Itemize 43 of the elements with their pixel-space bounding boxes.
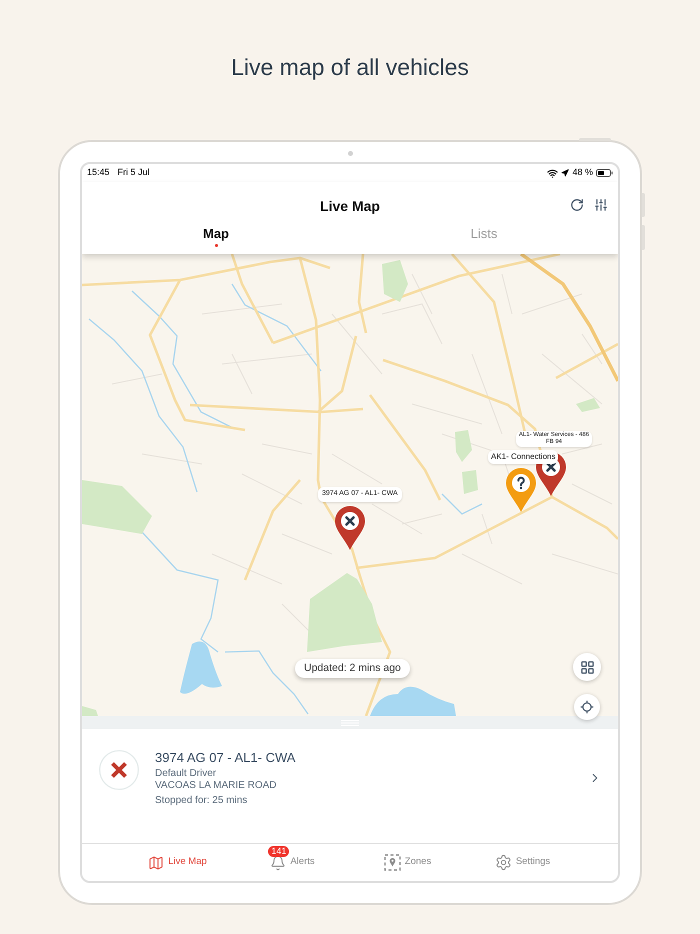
marker-label: AK1- Connections <box>488 450 558 464</box>
filter-button[interactable] <box>592 196 610 214</box>
wifi-icon <box>547 168 558 178</box>
tab-bar-item[interactable]: Settings <box>494 844 550 880</box>
tab-bar-item[interactable]: 141 Alerts <box>270 844 315 880</box>
cross-circle-icon <box>99 750 139 790</box>
vehicle-address: VACOAS LA MARIE ROAD <box>155 780 278 792</box>
status-time: 15:45 <box>87 166 110 180</box>
vehicle-name: 3974 AG 07 - AL1- CWA <box>155 750 296 766</box>
map-pin-icon[interactable] <box>335 506 365 550</box>
park-area <box>462 470 478 494</box>
settings-icon <box>494 854 512 871</box>
driver-name: Default Driver <box>155 768 218 780</box>
battery-icon <box>596 169 613 177</box>
vehicle-card[interactable]: 3974 AG 07 - AL1- CWA Default Driver VACOAS LA MARIE ROAD Stopped for: 25 mins <box>82 729 618 843</box>
bell-icon <box>270 854 286 870</box>
grid-icon <box>580 660 594 674</box>
battery-percent: 48 % <box>572 166 593 180</box>
park-area <box>82 480 152 534</box>
status-date: Fri 5 Jul <box>118 166 150 180</box>
updated-label: Updated: 2 mins ago <box>295 659 410 678</box>
lake-area <box>180 642 222 694</box>
park-area <box>382 260 408 302</box>
refresh-icon <box>570 198 584 212</box>
folded-map-icon <box>148 854 164 870</box>
tab-bar-item[interactable]: Zones <box>384 844 432 880</box>
location-arrow-icon <box>561 169 570 177</box>
refresh-button[interactable] <box>568 196 586 214</box>
stopped-duration: Stopped for: 25 mins <box>155 795 248 807</box>
screen-title: Live Map <box>320 196 380 216</box>
camera-icon <box>348 151 352 156</box>
drag-handle-bar[interactable] <box>82 716 618 729</box>
tab[interactable]: Lists <box>470 222 498 250</box>
map-pin-icon[interactable] <box>506 468 536 512</box>
sliders-icon <box>594 198 608 212</box>
tab[interactable]: Map <box>203 222 229 250</box>
locate-icon <box>580 700 594 714</box>
alert-count-badge: 141 <box>268 846 290 856</box>
park-area <box>455 430 472 462</box>
page-title: Live map of all vehicles <box>231 53 469 82</box>
park-area <box>576 398 600 412</box>
tab-bar-item[interactable]: Live Map <box>148 844 207 880</box>
dashed-frame-pin-icon <box>384 854 401 871</box>
